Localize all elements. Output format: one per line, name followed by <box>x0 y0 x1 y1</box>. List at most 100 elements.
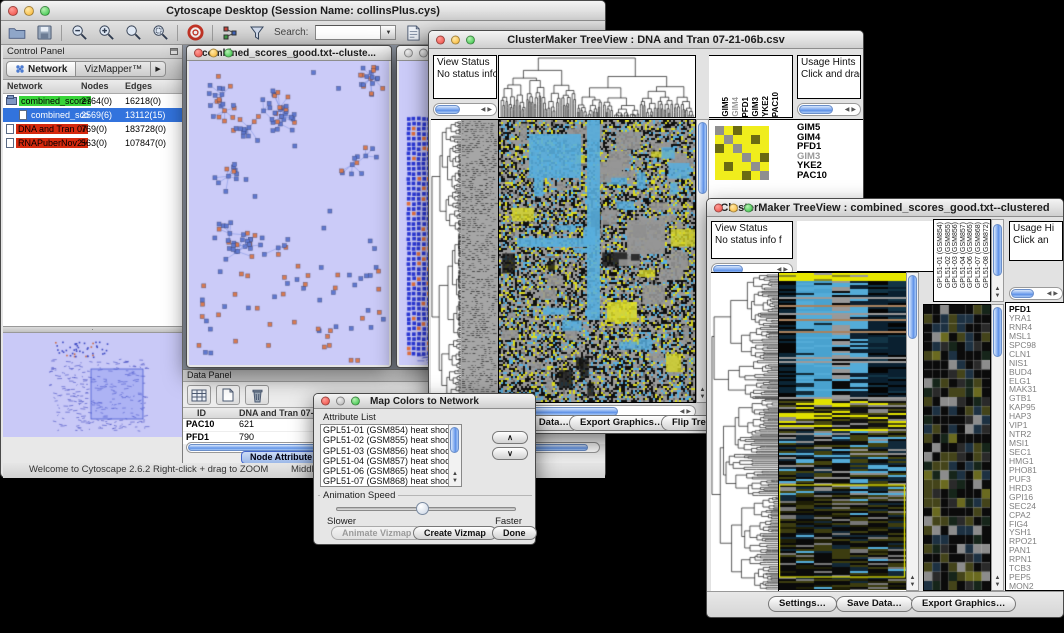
scroll-thumb[interactable] <box>435 105 460 114</box>
matrix-cell[interactable] <box>715 126 724 135</box>
usage-hints-scrollbar[interactable]: ◀▶ <box>1009 287 1063 300</box>
matrix-cell[interactable] <box>715 135 724 144</box>
matrix-cell[interactable] <box>724 126 733 135</box>
attribute-item[interactable]: GPL51-01 (GSM854) heat shock 05 min <box>321 425 461 435</box>
matrix-cell[interactable] <box>724 162 733 171</box>
open-file-button[interactable] <box>7 23 27 42</box>
move-down-button[interactable]: ∨ <box>492 447 528 460</box>
row-dendrogram-canvas[interactable] <box>711 273 778 591</box>
matrix-cell[interactable] <box>724 144 733 153</box>
matrix-cell[interactable] <box>751 162 760 171</box>
network-tree-row[interactable]: combined_scores2764(0)16218(0) <box>3 94 182 108</box>
annotation-button[interactable] <box>403 23 423 42</box>
close-button[interactable] <box>8 6 18 16</box>
matrix-cell[interactable] <box>742 162 751 171</box>
scroll-arrows[interactable]: ◀▶ <box>845 104 858 116</box>
scroll-arrows[interactable]: ▲▼ <box>449 471 461 485</box>
matrix-cell[interactable] <box>715 153 724 162</box>
close-button[interactable] <box>194 49 203 58</box>
scroll-arrows[interactable]: ▲▼ <box>907 575 918 589</box>
scroll-arrows[interactable]: ▲▼ <box>992 286 1003 300</box>
zoom-button[interactable] <box>40 6 50 16</box>
matrix-cell[interactable] <box>715 162 724 171</box>
minimize-button[interactable] <box>336 397 345 406</box>
scroll-thumb[interactable] <box>799 105 833 114</box>
scroll-thumb[interactable] <box>450 427 459 453</box>
column-dendrogram-canvas[interactable] <box>499 56 695 117</box>
attribute-item[interactable]: GPL51-06 (GSM865) heat shock 40 min <box>321 466 461 476</box>
scroll-thumb[interactable] <box>1011 289 1034 298</box>
matrix-cell[interactable] <box>715 144 724 153</box>
zoom-out-button[interactable] <box>69 23 89 42</box>
matrix-cell[interactable] <box>751 144 760 153</box>
network-window-titlebar[interactable]: combined_scores_good.txt--cluste... <box>187 46 391 61</box>
close-button[interactable] <box>714 203 723 212</box>
attribute-item[interactable]: GPL51-04 (GSM857) heat shock 20 min <box>321 456 461 466</box>
scroll-arrows[interactable]: ▲▼ <box>992 575 1003 589</box>
cluster-matrix[interactable] <box>715 126 769 180</box>
matrix-cell[interactable] <box>733 135 742 144</box>
treeview-button[interactable]: Settings… <box>768 596 837 612</box>
matrix-cell[interactable] <box>724 171 733 180</box>
move-up-button[interactable]: ∧ <box>492 431 528 444</box>
matrix-cell[interactable] <box>724 153 733 162</box>
matrix-cell[interactable] <box>733 162 742 171</box>
heatmap-vscrollbar[interactable]: ▲▼ <box>906 272 919 591</box>
network-attributes-button[interactable] <box>220 23 240 42</box>
attribute-item[interactable]: GPL51-02 (GSM855) heat shock 10 min <box>321 435 461 445</box>
delete-attribute-button[interactable] <box>245 385 269 405</box>
matrix-cell[interactable] <box>733 171 742 180</box>
treeview-button[interactable]: Export Graphics… <box>569 415 674 431</box>
gene-label[interactable]: MON2 <box>1009 582 1037 591</box>
column-labels-vscrollbar[interactable]: ▲▼ <box>991 219 1004 302</box>
correlation-heatmap-canvas[interactable] <box>499 120 695 402</box>
attribute-item[interactable]: GPL51-03 (GSM856) heat shock 15 min <box>321 446 461 456</box>
matrix-cell[interactable] <box>760 171 769 180</box>
zoom-fit-button[interactable] <box>123 23 143 42</box>
network-tree-row[interactable]: combined_sco2569(6)13112(15) <box>3 108 182 122</box>
zoom-heatmap-canvas[interactable] <box>924 305 990 590</box>
tab-network[interactable]: Network <box>6 61 76 77</box>
control-panel-splitter[interactable]: · <box>3 326 182 333</box>
matrix-cell[interactable] <box>742 126 751 135</box>
zoom-button[interactable] <box>224 49 233 58</box>
matrix-cell[interactable] <box>715 171 724 180</box>
zoom-selected-button[interactable] <box>150 23 170 42</box>
close-button[interactable] <box>321 397 330 406</box>
matrix-cell[interactable] <box>751 135 760 144</box>
treeview-button[interactable]: Export Graphics… <box>911 596 1016 612</box>
matrix-cell[interactable] <box>751 153 760 162</box>
gene-label[interactable]: PAC10 <box>797 171 827 181</box>
scroll-thumb[interactable] <box>993 307 1002 357</box>
done-button[interactable]: Done <box>492 526 537 540</box>
matrix-cell[interactable] <box>733 126 742 135</box>
matrix-cell[interactable] <box>751 126 760 135</box>
main-window-titlebar[interactable]: Cytoscape Desktop (Session Name: collins… <box>1 1 605 21</box>
tab-overflow-button[interactable]: ▶ <box>151 61 166 77</box>
matrix-cell[interactable] <box>760 144 769 153</box>
usage-hints-scrollbar[interactable]: ◀▶ <box>797 103 861 116</box>
filter-button[interactable] <box>247 23 267 42</box>
scroll-arrows[interactable]: ◀▶ <box>481 104 494 116</box>
treeview-dna-titlebar[interactable]: ClusterMaker TreeView : DNA and Tran 07-… <box>429 31 863 49</box>
float-panel-icon[interactable] <box>170 48 178 55</box>
help-button[interactable] <box>185 23 205 42</box>
matrix-cell[interactable] <box>760 135 769 144</box>
matrix-cell[interactable] <box>760 153 769 162</box>
birdseye-canvas[interactable] <box>3 333 181 437</box>
scroll-thumb[interactable] <box>908 275 917 339</box>
view-status-scrollbar[interactable]: ◀▶ <box>433 103 497 116</box>
search-input[interactable] <box>315 25 381 40</box>
matrix-cell[interactable] <box>760 126 769 135</box>
zoom-button[interactable] <box>351 397 360 406</box>
map-dialog-titlebar[interactable]: Map Colors to Network <box>314 394 535 409</box>
attribute-item[interactable]: GPL51-07 (GSM868) heat shock 60 min <box>321 476 461 486</box>
save-button[interactable] <box>34 23 54 42</box>
tab-vizmapper[interactable]: VizMapper™ <box>76 61 151 77</box>
search-dropdown-button[interactable]: ▼ <box>381 25 396 40</box>
minimize-button[interactable] <box>419 49 428 58</box>
matrix-cell[interactable] <box>742 171 751 180</box>
treeview-button[interactable]: Save Data… <box>836 596 913 612</box>
close-button[interactable] <box>436 35 445 44</box>
matrix-cell[interactable] <box>733 153 742 162</box>
